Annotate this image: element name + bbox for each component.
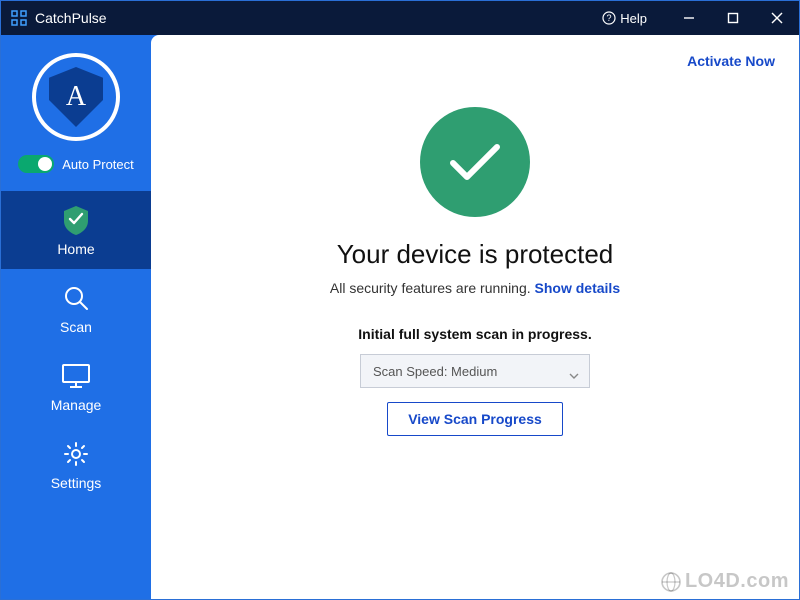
- show-details-link[interactable]: Show details: [535, 280, 621, 296]
- help-label: Help: [620, 11, 647, 26]
- sidebar-item-label: Scan: [60, 319, 92, 335]
- sidebar-nav: Home Scan Manage: [1, 191, 151, 503]
- scan-status-text: Initial full system scan in progress.: [358, 326, 591, 342]
- watermark: LO4D.com: [661, 570, 789, 593]
- globe-icon: [661, 572, 681, 592]
- checkmark-icon: [447, 141, 503, 183]
- search-icon: [61, 283, 91, 313]
- chevron-down-icon: [569, 367, 579, 382]
- sidebar-item-manage[interactable]: Manage: [1, 347, 151, 425]
- avatar-letter: A: [66, 81, 86, 113]
- sidebar-item-label: Manage: [51, 397, 102, 413]
- auto-protect-toggle[interactable]: [18, 155, 54, 173]
- activate-link[interactable]: Activate Now: [687, 53, 775, 69]
- gear-icon: [61, 439, 91, 469]
- status-headline: Your device is protected: [337, 239, 614, 270]
- status-indicator: [420, 107, 530, 217]
- help-link[interactable]: ? Help: [602, 11, 647, 26]
- app-body: A Auto Protect Home Scan: [1, 35, 799, 599]
- scan-speed-value: Scan Speed: Medium: [373, 364, 497, 379]
- watermark-text: LO4D.com: [685, 570, 789, 593]
- scan-speed-select[interactable]: Scan Speed: Medium: [360, 354, 590, 388]
- app-title: CatchPulse: [35, 10, 107, 26]
- svg-text:?: ?: [607, 13, 612, 23]
- shield-check-icon: [61, 205, 91, 235]
- minimize-icon: [683, 12, 695, 24]
- avatar[interactable]: A: [32, 53, 120, 141]
- shield-icon: A: [49, 67, 103, 127]
- view-scan-progress-button[interactable]: View Scan Progress: [387, 402, 563, 436]
- auto-protect-row: Auto Protect: [18, 155, 134, 173]
- sidebar-item-home[interactable]: Home: [1, 191, 151, 269]
- app-window: CatchPulse ? Help A Auto Protect: [0, 0, 800, 600]
- window-close-button[interactable]: [755, 1, 799, 35]
- subline-text: All security features are running.: [330, 280, 531, 296]
- auto-protect-label: Auto Protect: [62, 157, 134, 172]
- main-panel: Activate Now Your device is protected Al…: [151, 35, 799, 599]
- status-subline: All security features are running. Show …: [330, 280, 620, 296]
- help-icon: ?: [602, 11, 616, 25]
- sidebar: A Auto Protect Home Scan: [1, 35, 151, 599]
- window-maximize-button[interactable]: [711, 1, 755, 35]
- app-logo-icon: [11, 10, 27, 26]
- sidebar-item-label: Home: [57, 241, 94, 257]
- sidebar-item-label: Settings: [51, 475, 102, 491]
- monitor-icon: [61, 361, 91, 391]
- maximize-icon: [727, 12, 739, 24]
- window-minimize-button[interactable]: [667, 1, 711, 35]
- sidebar-item-settings[interactable]: Settings: [1, 425, 151, 503]
- titlebar: CatchPulse ? Help: [1, 1, 799, 35]
- sidebar-item-scan[interactable]: Scan: [1, 269, 151, 347]
- close-icon: [771, 12, 783, 24]
